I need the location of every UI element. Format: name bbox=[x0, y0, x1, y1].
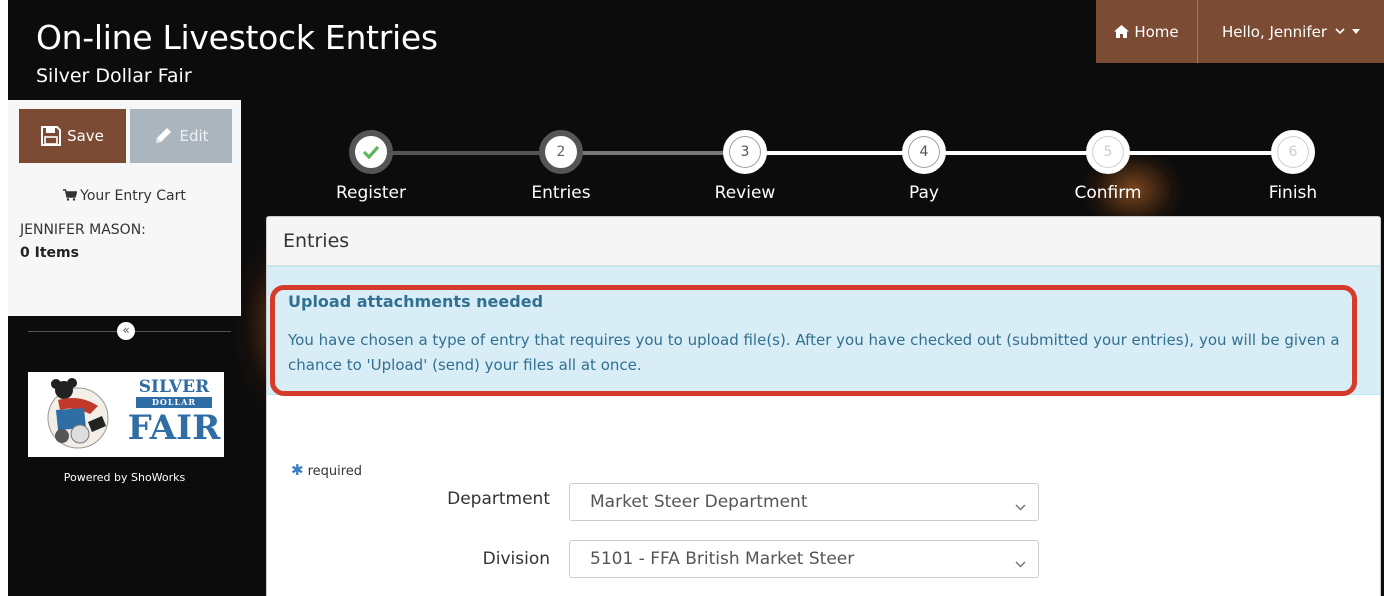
wizard-step-confirm[interactable]: 5 Confirm bbox=[1028, 124, 1188, 203]
check-icon bbox=[362, 145, 380, 159]
wizard-step-label: Pay bbox=[909, 183, 939, 203]
chevron-down-icon bbox=[1015, 496, 1026, 516]
entries-panel: Entries Upload attachments needed You ha… bbox=[266, 216, 1381, 596]
pencil-icon bbox=[153, 126, 173, 146]
logo-line2: DOLLAR bbox=[136, 397, 212, 408]
user-menu[interactable]: Hello, Jennifer bbox=[1198, 0, 1384, 63]
fair-logo-text: SILVER DOLLAR FAIR bbox=[126, 378, 222, 447]
logo-line1: SILVER bbox=[138, 377, 210, 397]
cart-icon bbox=[63, 189, 78, 205]
cart-owner-name: JENNIFER MASON: bbox=[20, 222, 146, 238]
wizard-step-marker: 6 bbox=[1271, 130, 1315, 174]
wizard-step-label: Entries bbox=[531, 183, 591, 203]
required-label: required bbox=[307, 464, 363, 479]
entry-cart-label: Your Entry Cart bbox=[80, 188, 186, 204]
wizard-step-review[interactable]: 3 Review bbox=[665, 124, 825, 203]
required-note: ✱ required bbox=[291, 461, 362, 479]
fair-mascot-image bbox=[47, 378, 109, 449]
save-label: Save bbox=[67, 127, 104, 145]
save-button[interactable]: Save bbox=[19, 109, 126, 163]
wizard-step-number: 4 bbox=[919, 144, 929, 160]
panel-title: Entries bbox=[267, 217, 1380, 266]
app-title: On-line Livestock Entries bbox=[36, 18, 438, 57]
division-value: 5101 - FFA British Market Steer bbox=[590, 549, 855, 569]
wizard-step-label: Confirm bbox=[1074, 183, 1142, 203]
cart-item-count: 0 Items bbox=[20, 245, 79, 261]
edit-button[interactable]: Edit bbox=[130, 109, 232, 163]
chevron-down-icon bbox=[1015, 553, 1026, 573]
app-subtitle: Silver Dollar Fair bbox=[36, 65, 192, 87]
caret-down-icon bbox=[1352, 29, 1361, 34]
wizard-step-marker: 3 bbox=[723, 130, 767, 174]
wizard-step-marker: 4 bbox=[902, 130, 946, 174]
chevron-down-icon bbox=[1335, 28, 1345, 35]
upload-alert: Upload attachments needed You have chose… bbox=[267, 266, 1380, 395]
powered-by-text: Powered by ShoWorks bbox=[63, 471, 186, 484]
wizard-progress: Register 2 Entries 3 Review 4 Pay 5 Confirm 6 Fini… bbox=[268, 124, 1378, 214]
department-label: Department bbox=[447, 489, 550, 509]
wizard-step-finish[interactable]: 6 Finish bbox=[1213, 124, 1373, 203]
wizard-step-marker bbox=[349, 130, 393, 174]
wizard-step-marker: 5 bbox=[1086, 130, 1130, 174]
wizard-step-number: 2 bbox=[556, 144, 566, 160]
user-label: Hello, Jennifer bbox=[1221, 22, 1328, 41]
home-button[interactable]: Home bbox=[1096, 0, 1198, 63]
fair-logo: SILVER DOLLAR FAIR bbox=[28, 372, 224, 457]
top-nav: Home Hello, Jennifer bbox=[1096, 0, 1384, 63]
edit-label: Edit bbox=[179, 127, 209, 145]
wizard-step-marker: 2 bbox=[539, 130, 583, 174]
asterisk-icon: ✱ bbox=[291, 461, 304, 479]
department-value: Market Steer Department bbox=[590, 492, 808, 512]
collapse-sidebar-button[interactable]: « bbox=[117, 322, 135, 340]
home-label: Home bbox=[1134, 22, 1179, 41]
wizard-step-register[interactable]: Register bbox=[291, 124, 451, 203]
save-icon bbox=[41, 126, 62, 146]
entry-cart-panel: Save Edit Your Entry Cart JENNIFER MASON… bbox=[8, 100, 241, 316]
wizard-step-number: 5 bbox=[1103, 144, 1113, 160]
wizard-step-number: 6 bbox=[1288, 144, 1298, 160]
app-window: On-line Livestock Entries Silver Dollar … bbox=[8, 0, 1384, 596]
wizard-step-label: Review bbox=[714, 183, 776, 203]
alert-message: You have chosen a type of entry that req… bbox=[288, 331, 1340, 374]
home-icon bbox=[1114, 25, 1130, 38]
wizard-step-label: Finish bbox=[1268, 183, 1318, 203]
division-label: Division bbox=[482, 549, 550, 569]
department-select[interactable]: Market Steer Department bbox=[569, 483, 1039, 521]
wizard-step-label: Register bbox=[336, 183, 406, 203]
division-select[interactable]: 5101 - FFA British Market Steer bbox=[569, 540, 1039, 578]
wizard-step-pay[interactable]: 4 Pay bbox=[844, 124, 1004, 203]
logo-line3: FAIR bbox=[127, 408, 221, 448]
wizard-step-number: 3 bbox=[740, 144, 750, 160]
entry-cart-link[interactable]: Your Entry Cart bbox=[8, 188, 241, 205]
alert-title: Upload attachments needed bbox=[288, 292, 544, 311]
wizard-step-entries[interactable]: 2 Entries bbox=[481, 124, 641, 203]
